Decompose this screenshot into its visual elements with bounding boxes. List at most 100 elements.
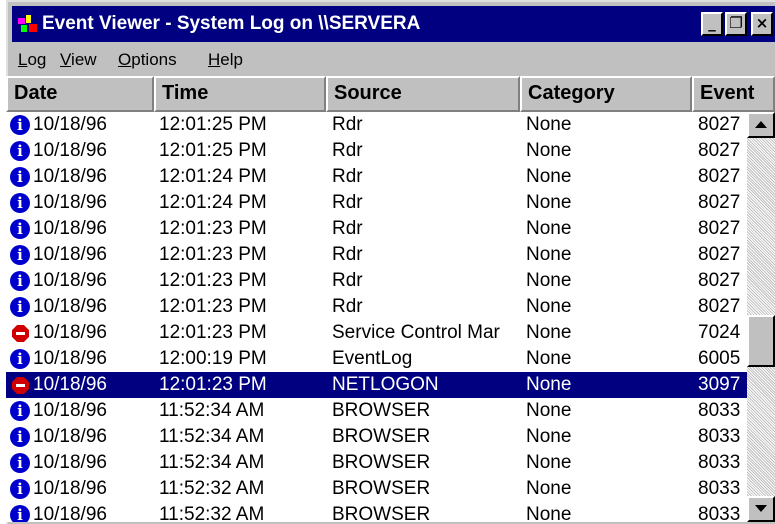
arrow-down-icon	[755, 505, 767, 512]
cell-date: 10/18/96	[33, 166, 107, 187]
menu-view[interactable]: View	[60, 50, 97, 70]
table-row[interactable]: i 10/18/96 11:52:34 AM BROWSER None 8033	[6, 424, 747, 450]
cell-event: 3097	[698, 374, 741, 395]
cell-source: BROWSER	[332, 400, 431, 421]
cell-date: 10/18/96	[33, 114, 107, 135]
table-row-selected[interactable]: 10/18/96 12:01:23 PM NETLOGON None 3097	[6, 372, 747, 398]
menu-options[interactable]: Options	[118, 50, 177, 70]
info-icon: i	[10, 401, 30, 421]
cell-source: NETLOGON	[332, 374, 439, 395]
cell-time: 11:52:32 AM	[159, 504, 265, 522]
cell-event: 8033	[698, 400, 741, 421]
table-row[interactable]: i 10/18/96 12:00:19 PM EventLog None 6005	[6, 346, 747, 372]
menu-help[interactable]: Help	[208, 50, 243, 70]
cell-category: None	[526, 478, 572, 499]
cell-source: Rdr	[332, 244, 363, 265]
column-header-bar: Date Time Source Category Event	[6, 76, 775, 112]
vertical-scrollbar[interactable]	[747, 112, 775, 522]
cell-category: None	[526, 452, 572, 473]
title-bar[interactable]: Event Viewer - System Log on \\SERVERA _…	[12, 6, 775, 42]
menu-bar: Log View Options Help	[12, 44, 775, 76]
cell-event: 8027	[698, 166, 741, 187]
cell-category: None	[526, 426, 572, 447]
table-row[interactable]: 10/18/96 12:01:23 PM Service Control Mar No…	[6, 320, 747, 346]
cell-time: 12:01:23 PM	[159, 374, 267, 395]
cell-event: 7024	[698, 322, 741, 343]
cell-date: 10/18/96	[33, 504, 107, 522]
window-title: Event Viewer - System Log on \\SERVERA	[42, 13, 421, 34]
cell-category: None	[526, 166, 572, 187]
cell-event: 6005	[698, 348, 741, 369]
cell-date: 10/18/96	[33, 192, 107, 213]
cell-event: 8033	[698, 504, 741, 522]
cell-source: Rdr	[332, 192, 363, 213]
cell-category: None	[526, 296, 572, 317]
cell-category: None	[526, 400, 572, 421]
cell-time: 12:00:19 PM	[159, 348, 267, 369]
minimize-button[interactable]: _	[701, 12, 723, 36]
table-row[interactable]: i 10/18/96 12:01:23 PM Rdr None 8027	[6, 216, 747, 242]
info-icon: i	[10, 427, 30, 447]
info-icon: i	[10, 219, 30, 239]
cell-date: 10/18/96	[33, 478, 107, 499]
close-button[interactable]: ×	[751, 12, 773, 36]
cell-date: 10/18/96	[33, 244, 107, 265]
cell-category: None	[526, 218, 572, 239]
cell-time: 11:52:34 AM	[159, 452, 265, 473]
table-row[interactable]: i 10/18/96 12:01:25 PM Rdr None 8027	[6, 112, 747, 138]
menu-log[interactable]: Log	[18, 50, 46, 70]
column-header-event[interactable]: Event	[692, 76, 775, 112]
cell-time: 12:01:25 PM	[159, 140, 267, 161]
cell-source: EventLog	[332, 348, 413, 369]
info-icon: i	[10, 479, 30, 499]
cell-category: None	[526, 374, 572, 395]
scroll-up-button[interactable]	[747, 112, 775, 138]
restore-button[interactable]: ❐	[725, 12, 747, 36]
column-header-time[interactable]: Time	[154, 76, 326, 112]
info-icon: i	[10, 193, 30, 213]
cell-time: 12:01:23 PM	[159, 218, 267, 239]
table-row[interactable]: i 10/18/96 12:01:25 PM Rdr None 8027	[6, 138, 747, 164]
event-viewer-app-icon[interactable]	[17, 14, 39, 34]
cell-time: 11:52:32 AM	[159, 478, 265, 499]
cell-source: Rdr	[332, 270, 363, 291]
cell-date: 10/18/96	[33, 218, 107, 239]
scroll-down-button[interactable]	[747, 496, 775, 522]
cell-source: BROWSER	[332, 504, 431, 522]
table-row[interactable]: i 10/18/96 11:52:32 AM BROWSER None 8033	[6, 476, 747, 502]
cell-event: 8027	[698, 218, 741, 239]
cell-category: None	[526, 114, 572, 135]
event-list[interactable]: i 10/18/96 12:01:25 PM Rdr None 8027 i 10/18/96…	[6, 112, 747, 522]
cell-source: Rdr	[332, 296, 363, 317]
table-row[interactable]: i 10/18/96 12:01:23 PM Rdr None 8027	[6, 268, 747, 294]
cell-source: Rdr	[332, 114, 363, 135]
cell-event: 8027	[698, 244, 741, 265]
cell-event: 8033	[698, 452, 741, 473]
info-icon: i	[10, 505, 30, 522]
cell-source: Rdr	[332, 166, 363, 187]
cell-category: None	[526, 270, 572, 291]
cell-category: None	[526, 140, 572, 161]
table-row[interactable]: i 10/18/96 12:01:23 PM Rdr None 8027	[6, 242, 747, 268]
table-row[interactable]: i 10/18/96 11:52:32 AM BROWSER None 8033	[6, 502, 747, 522]
column-header-category[interactable]: Category	[520, 76, 692, 112]
info-icon: i	[10, 271, 30, 291]
column-header-source[interactable]: Source	[326, 76, 520, 112]
table-row[interactable]: i 10/18/96 11:52:34 AM BROWSER None 8033	[6, 450, 747, 476]
info-icon: i	[10, 453, 30, 473]
cell-source: Rdr	[332, 218, 363, 239]
cell-source: BROWSER	[332, 452, 431, 473]
stop-icon	[12, 377, 29, 394]
cell-event: 8033	[698, 478, 741, 499]
table-row[interactable]: i 10/18/96 11:52:34 AM BROWSER None 8033	[6, 398, 747, 424]
scrollbar-thumb[interactable]	[747, 315, 775, 367]
column-header-date[interactable]: Date	[6, 76, 154, 112]
cell-event: 8027	[698, 140, 741, 161]
cell-date: 10/18/96	[33, 452, 107, 473]
table-row[interactable]: i 10/18/96 12:01:24 PM Rdr None 8027	[6, 190, 747, 216]
cell-category: None	[526, 192, 572, 213]
cell-source: Service Control Mar	[332, 322, 500, 343]
table-row[interactable]: i 10/18/96 12:01:24 PM Rdr None 8027	[6, 164, 747, 190]
cell-date: 10/18/96	[33, 374, 107, 395]
table-row[interactable]: i 10/18/96 12:01:23 PM Rdr None 8027	[6, 294, 747, 320]
